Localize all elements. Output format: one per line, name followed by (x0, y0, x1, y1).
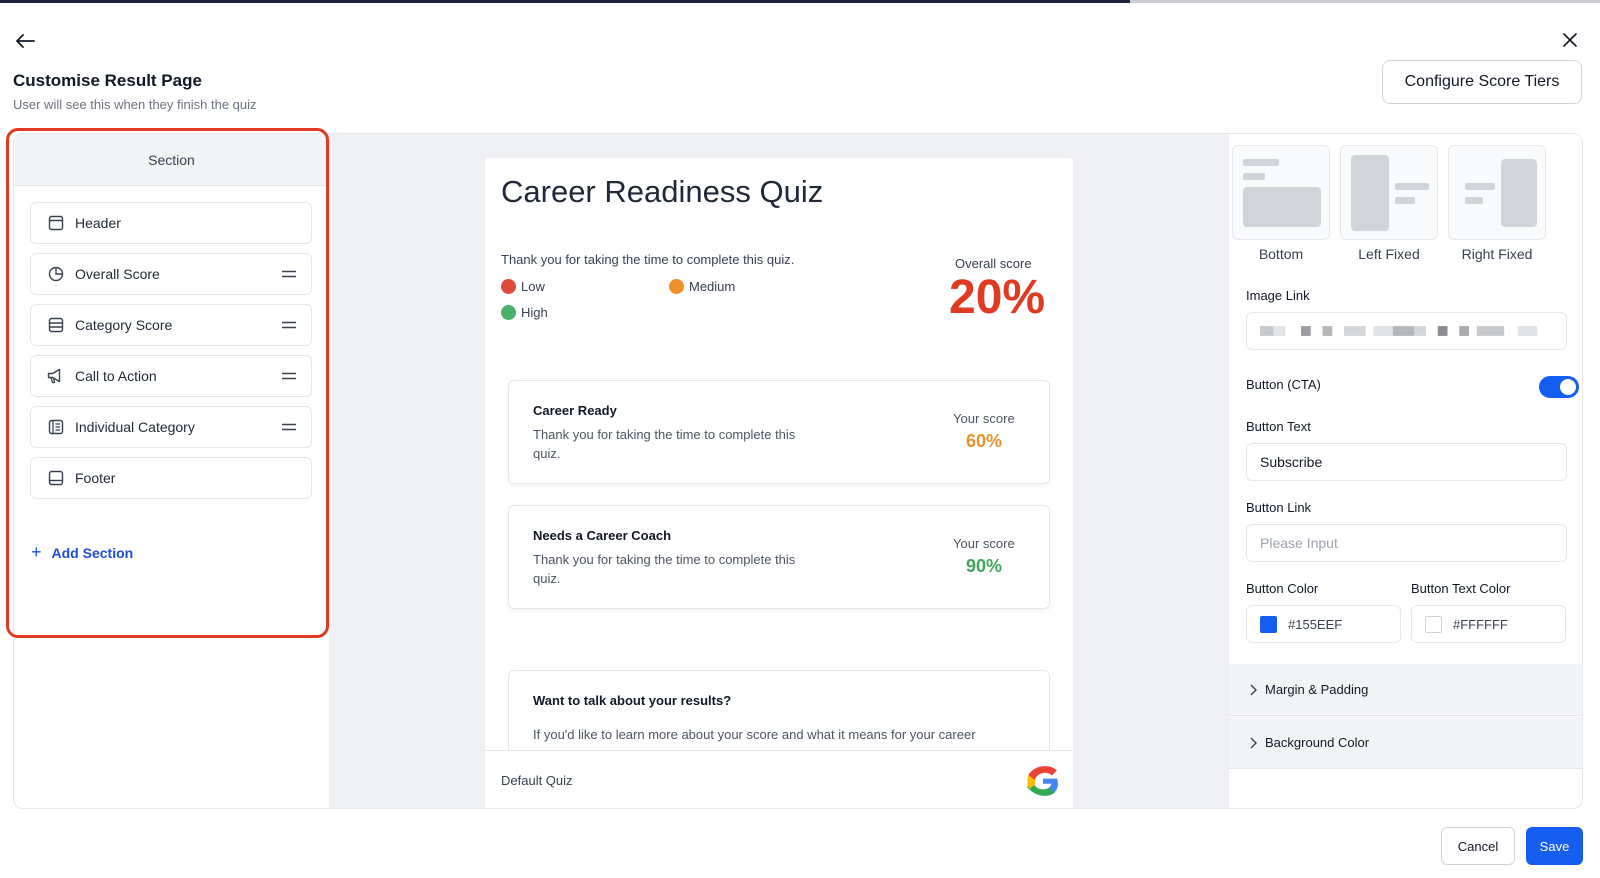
accordion-label: Margin & Padding (1265, 682, 1369, 697)
image-link-label: Image Link (1246, 288, 1310, 303)
document-list-icon (47, 418, 65, 436)
your-score-label: Your score (953, 411, 1015, 426)
result-card: Needs a Career Coach Thank you for takin… (508, 505, 1050, 609)
image-link-field[interactable] (1246, 312, 1567, 350)
section-item-overall-score[interactable]: Overall Score (30, 253, 312, 295)
result-description: Thank you for taking the time to complet… (533, 427, 796, 461)
drag-handle-icon[interactable] (281, 266, 297, 282)
settings-panel: Bottom Left Fixed Right Fixed Image Link (1229, 134, 1582, 808)
legend-dot (501, 305, 516, 320)
drag-handle-icon[interactable] (281, 368, 297, 384)
accordion-margin-padding[interactable]: Margin & Padding (1229, 664, 1582, 716)
layout-option-left-fixed[interactable] (1340, 145, 1438, 240)
legend-label: Medium (689, 279, 736, 294)
result-score: 90% (966, 556, 1003, 576)
legend-dot (669, 279, 684, 294)
add-section-label: Add Section (51, 544, 134, 561)
configure-score-tiers-button[interactable]: Configure Score Tiers (1382, 60, 1582, 104)
top-progress-fill (0, 0, 1130, 3)
page-subtitle: User will see this when they finish the … (13, 97, 257, 112)
section-item-header[interactable]: Header (30, 202, 312, 244)
section-item-call-to-action[interactable]: Call to Action (30, 355, 312, 397)
button-text-color-swatch[interactable] (1425, 615, 1442, 633)
button-color-value: #155EEF (1288, 616, 1343, 632)
cta-title: Want to talk about your results? (533, 693, 732, 708)
section-item-label: Header (75, 215, 121, 231)
layout-label-right-fixed: Right Fixed (1461, 246, 1533, 262)
section-item-footer[interactable]: Footer (30, 457, 312, 499)
section-panel-heading: Section (14, 134, 329, 186)
preview-footer: Default Quiz (485, 750, 1073, 808)
layout-header-icon (47, 214, 65, 232)
result-score: 60% (966, 431, 1003, 451)
result-page-preview: Career Readiness Quiz Thank you for taki… (485, 158, 1073, 808)
chevron-right-icon (1249, 737, 1257, 749)
thank-you-text: Thank you for taking the time to complet… (501, 252, 795, 267)
add-section-button[interactable]: + Add Section (31, 542, 133, 563)
legend-medium: Medium (669, 279, 735, 294)
google-logo-icon (1026, 764, 1060, 798)
drag-handle-icon[interactable] (281, 419, 297, 435)
back-arrow-icon[interactable] (12, 28, 38, 54)
layout-label-bottom: Bottom (1258, 246, 1304, 262)
layout-option-right-fixed[interactable] (1448, 145, 1546, 240)
drag-handle-icon[interactable] (281, 317, 297, 333)
layout-label-left-fixed: Left Fixed (1358, 246, 1420, 262)
top-progress-bar (0, 0, 1600, 3)
button-color-swatch[interactable] (1260, 615, 1277, 633)
legend-dot (501, 279, 516, 294)
button-cta-toggle[interactable] (1539, 376, 1579, 398)
button-text-label: Button Text (1246, 419, 1311, 434)
result-title: Needs a Career Coach (533, 528, 672, 543)
button-text-field[interactable]: Subscribe (1246, 443, 1567, 481)
list-table-icon (47, 316, 65, 334)
your-score-label: Your score (953, 536, 1015, 551)
button-text-color-label: Button Text Color (1411, 581, 1511, 596)
result-title: Career Ready (533, 403, 617, 418)
redacted-link-blur (1260, 326, 1538, 336)
page-title: Customise Result Page (13, 71, 202, 90)
toggle-knob (1560, 379, 1576, 395)
section-item-label: Individual Category (75, 419, 195, 435)
result-card: Career Ready Thank you for taking the ti… (508, 380, 1050, 484)
cta-description: If you'd like to learn more about your s… (533, 727, 976, 742)
legend-label: Low (521, 279, 545, 294)
pie-chart-icon (47, 265, 65, 283)
result-description: Thank you for taking the time to complet… (533, 552, 796, 586)
chevron-right-icon (1249, 684, 1257, 696)
accordion-label: Background Color (1265, 735, 1370, 750)
section-item-individual-category[interactable]: Individual Category (30, 406, 312, 448)
legend-high: High (501, 305, 548, 320)
section-panel: Section Header Overall Score Category Sc… (14, 134, 329, 808)
button-link-label: Button Link (1246, 500, 1312, 515)
button-cta-label: Button (CTA) (1246, 377, 1321, 392)
button-text-color-field[interactable]: #FFFFFF (1411, 605, 1566, 643)
button-color-field[interactable]: #155EEF (1246, 605, 1401, 643)
megaphone-icon (47, 367, 65, 385)
legend-label: High (521, 305, 548, 320)
overall-score-value: 20% (949, 271, 1046, 324)
close-icon[interactable] (1558, 28, 1582, 52)
footer-text: Default Quiz (501, 773, 573, 788)
button-text-color-value: #FFFFFF (1453, 616, 1508, 632)
save-button[interactable]: Save (1526, 827, 1583, 865)
button-color-label: Button Color (1246, 581, 1319, 596)
section-item-label: Overall Score (75, 266, 160, 282)
section-item-label: Footer (75, 470, 116, 486)
plus-icon: + (31, 542, 42, 562)
accordion-background-color[interactable]: Background Color (1229, 717, 1582, 769)
section-item-category-score[interactable]: Category Score (30, 304, 312, 346)
section-item-label: Category Score (75, 317, 173, 333)
layout-footer-icon (47, 469, 65, 487)
layout-option-bottom[interactable] (1232, 145, 1330, 240)
editor-workspace: Section Header Overall Score Category Sc… (13, 133, 1583, 809)
section-item-label: Call to Action (75, 368, 157, 384)
call-to-action-card: Want to talk about your results? If you'… (508, 670, 1050, 760)
cancel-button[interactable]: Cancel (1441, 827, 1515, 865)
quiz-title: Career Readiness Quiz (501, 174, 824, 209)
overall-score-label: Overall score (955, 256, 1032, 271)
button-link-field[interactable]: Please Input (1246, 524, 1567, 562)
legend-low: Low (501, 279, 545, 294)
